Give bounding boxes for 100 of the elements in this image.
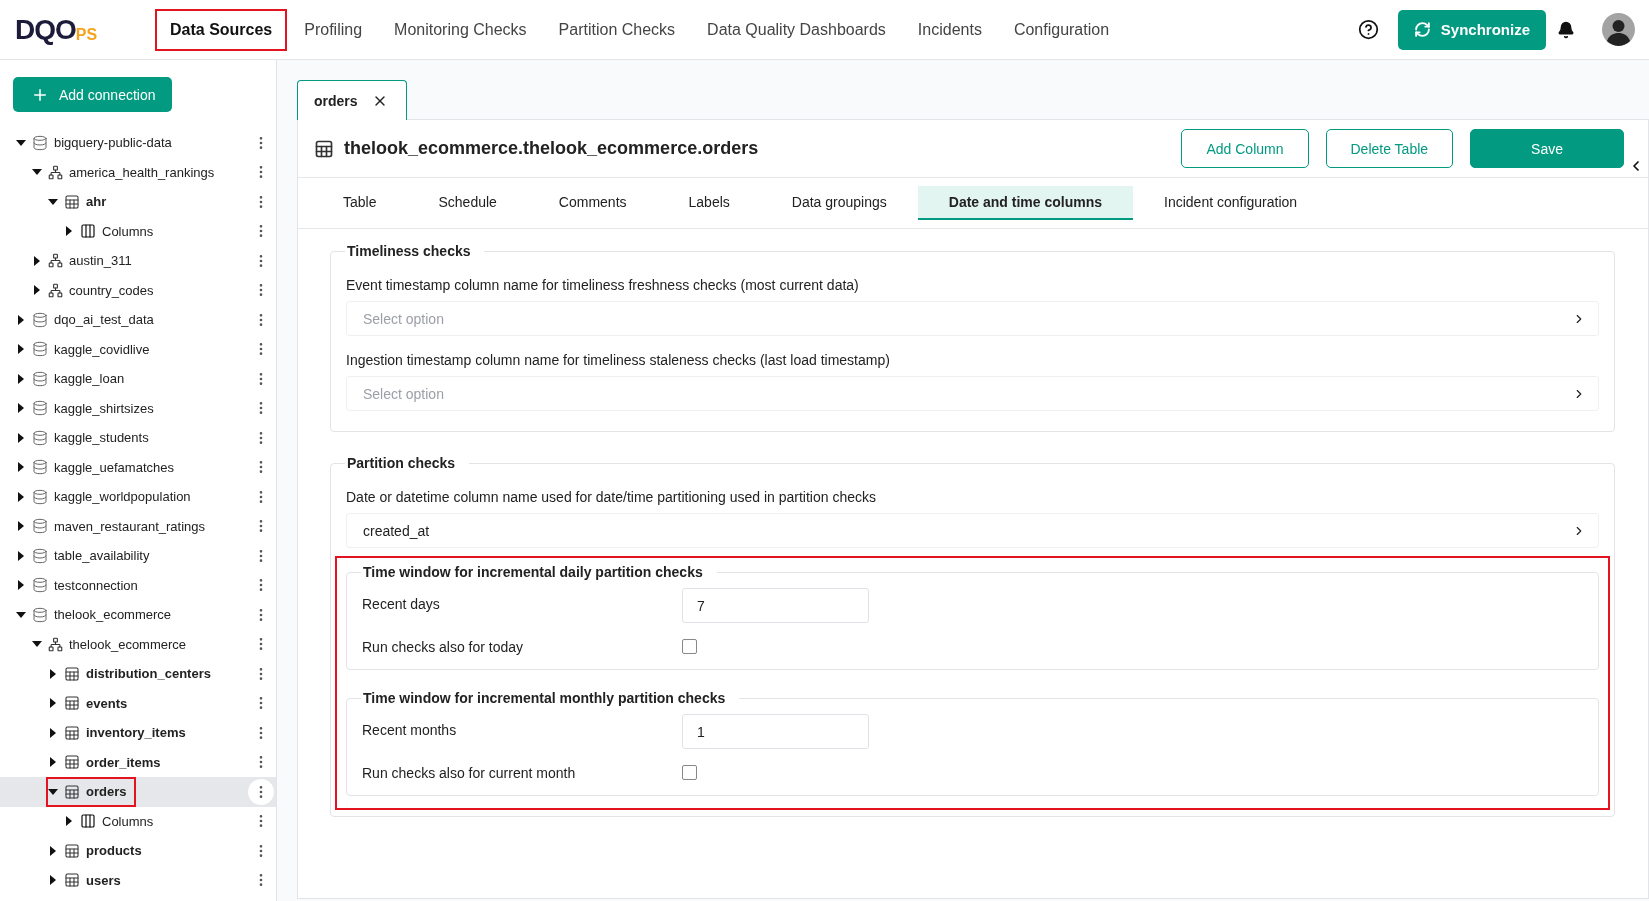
tree-item-label[interactable]: america_health_rankings <box>69 164 215 180</box>
tree-item[interactable]: products <box>0 836 276 866</box>
tree-item-label[interactable]: events <box>86 695 128 711</box>
tree-item[interactable]: austin_311 <box>0 246 276 276</box>
tree-item-label[interactable]: table_availability <box>54 548 150 564</box>
tree-item[interactable]: kaggle_worldpopulation <box>0 482 276 512</box>
caret-right-icon[interactable] <box>16 432 26 443</box>
tree-item[interactable]: kaggle_covidlive <box>0 334 276 364</box>
tree-item[interactable]: bigquery-public-data <box>0 128 276 158</box>
tab[interactable]: Comments <box>527 186 658 220</box>
select-field[interactable]: created_at <box>346 513 1599 548</box>
tab[interactable]: Labels <box>657 186 761 220</box>
tree-item[interactable]: distribution_centers <box>0 659 276 689</box>
tree-item-label[interactable]: kaggle_students <box>54 430 149 446</box>
caret-right-icon[interactable] <box>16 580 26 591</box>
nav-link[interactable]: Data Sources <box>157 10 286 49</box>
nav-link[interactable]: Partition Checks <box>545 10 689 49</box>
caret-right-icon[interactable] <box>16 462 26 473</box>
tab-label[interactable]: orders <box>314 92 358 109</box>
bell-icon[interactable] <box>1557 20 1575 39</box>
add-connection-button[interactable]: Add connection <box>13 77 172 112</box>
nav-link[interactable]: Profiling <box>291 10 376 49</box>
caret-right-icon[interactable] <box>16 373 26 384</box>
open-tab[interactable]: orders <box>297 80 407 120</box>
caret-right-icon[interactable] <box>16 314 26 325</box>
caret-right-icon[interactable] <box>32 285 42 296</box>
caret-right-icon[interactable] <box>16 550 26 561</box>
tab[interactable]: Table <box>312 186 408 220</box>
caret-right-icon[interactable] <box>48 845 58 856</box>
tree-item[interactable]: kaggle_students <box>0 423 276 453</box>
tree-item-label[interactable]: bigquery-public-data <box>54 135 172 151</box>
checkbox[interactable] <box>682 765 697 780</box>
tree-item[interactable]: events <box>0 688 276 718</box>
tree-item[interactable]: america_health_rankings <box>0 157 276 187</box>
nav-link[interactable]: Configuration <box>1000 10 1123 49</box>
logo[interactable]: DQOPS <box>15 13 143 46</box>
tree-item-label[interactable]: distribution_centers <box>86 666 211 682</box>
caret-right-icon[interactable] <box>48 757 58 768</box>
caret-down-icon[interactable] <box>48 786 58 797</box>
avatar-icon[interactable] <box>1602 13 1635 46</box>
tree-item-label[interactable]: kaggle_worldpopulation <box>54 489 191 505</box>
tree-item-label[interactable]: ahr <box>86 194 107 210</box>
tree-item[interactable]: users <box>0 865 276 895</box>
tree-item[interactable]: orders <box>0 777 276 807</box>
tree-item[interactable]: inventory_items <box>0 718 276 748</box>
action-button[interactable]: Add Column <box>1181 129 1309 168</box>
tree-item-label[interactable]: kaggle_uefamatches <box>54 459 174 475</box>
tree-item-label[interactable]: maven_restaurant_ratings <box>54 518 206 534</box>
action-button[interactable]: Save <box>1470 129 1624 168</box>
caret-right-icon[interactable] <box>16 491 26 502</box>
tree-item[interactable]: ahr <box>0 187 276 217</box>
tree-item[interactable]: Columns <box>0 216 276 246</box>
tree-item[interactable]: testconnection <box>0 570 276 600</box>
nav-link[interactable]: Incidents <box>904 10 995 49</box>
nav-link[interactable]: Monitoring Checks <box>381 10 540 49</box>
caret-down-icon[interactable] <box>16 609 26 620</box>
tree-item[interactable]: dqo_ai_test_data <box>0 305 276 335</box>
action-button[interactable]: Delete Table <box>1325 129 1454 168</box>
tree-item-label[interactable]: kaggle_loan <box>54 371 125 387</box>
caret-down-icon[interactable] <box>16 137 26 148</box>
tree-item-label[interactable]: Columns <box>102 223 154 239</box>
tree-item-label[interactable]: inventory_items <box>86 725 186 741</box>
synchronize-button[interactable]: Synchronize <box>1397 9 1546 50</box>
tree-item-label[interactable]: austin_311 <box>69 253 132 269</box>
tree-item[interactable]: thelook_ecommerce <box>0 600 276 630</box>
tree-item[interactable]: kaggle_loan <box>0 364 276 394</box>
tree-item[interactable]: kaggle_uefamatches <box>0 452 276 482</box>
tree-item-label[interactable]: testconnection <box>54 577 138 593</box>
number-field[interactable]: 1 <box>682 714 869 749</box>
caret-right-icon[interactable] <box>64 816 74 827</box>
caret-right-icon[interactable] <box>48 875 58 886</box>
tree-item-label[interactable]: orders <box>86 784 127 800</box>
tree-item[interactable]: thelook_ecommerce <box>0 629 276 659</box>
tree-item-label[interactable]: order_items <box>86 754 161 770</box>
caret-right-icon[interactable] <box>64 226 74 237</box>
tree-item-label[interactable]: kaggle_covidlive <box>54 341 150 357</box>
tree-item[interactable]: country_codes <box>0 275 276 305</box>
tree-item[interactable]: kaggle_shirtsizes <box>0 393 276 423</box>
tab[interactable]: Data groupings <box>760 186 918 220</box>
tree-item-label[interactable]: products <box>86 843 142 859</box>
tab[interactable]: Schedule <box>407 186 528 220</box>
tree-item[interactable]: table_availability <box>0 541 276 571</box>
tree-item-label[interactable]: Columns <box>102 813 154 829</box>
help-icon[interactable] <box>1357 19 1379 40</box>
tree-item[interactable]: order_items <box>0 747 276 777</box>
caret-right-icon[interactable] <box>48 727 58 738</box>
tree-item-label[interactable]: thelook_ecommerce <box>54 607 172 623</box>
tab[interactable]: Incident configuration <box>1133 186 1329 220</box>
caret-right-icon[interactable] <box>16 521 26 532</box>
tree-item-label[interactable]: users <box>86 872 121 888</box>
tab[interactable]: Date and time columns <box>917 186 1134 220</box>
tree-item[interactable]: maven_restaurant_ratings <box>0 511 276 541</box>
caret-down-icon[interactable] <box>48 196 58 207</box>
tree-item-label[interactable]: dqo_ai_test_data <box>54 312 154 328</box>
caret-right-icon[interactable] <box>32 255 42 266</box>
caret-right-icon[interactable] <box>16 344 26 355</box>
caret-right-icon[interactable] <box>16 403 26 414</box>
nav-link[interactable]: Data Quality Dashboards <box>694 10 899 49</box>
tree-item-label[interactable]: country_codes <box>69 282 154 298</box>
caret-right-icon[interactable] <box>48 668 58 679</box>
